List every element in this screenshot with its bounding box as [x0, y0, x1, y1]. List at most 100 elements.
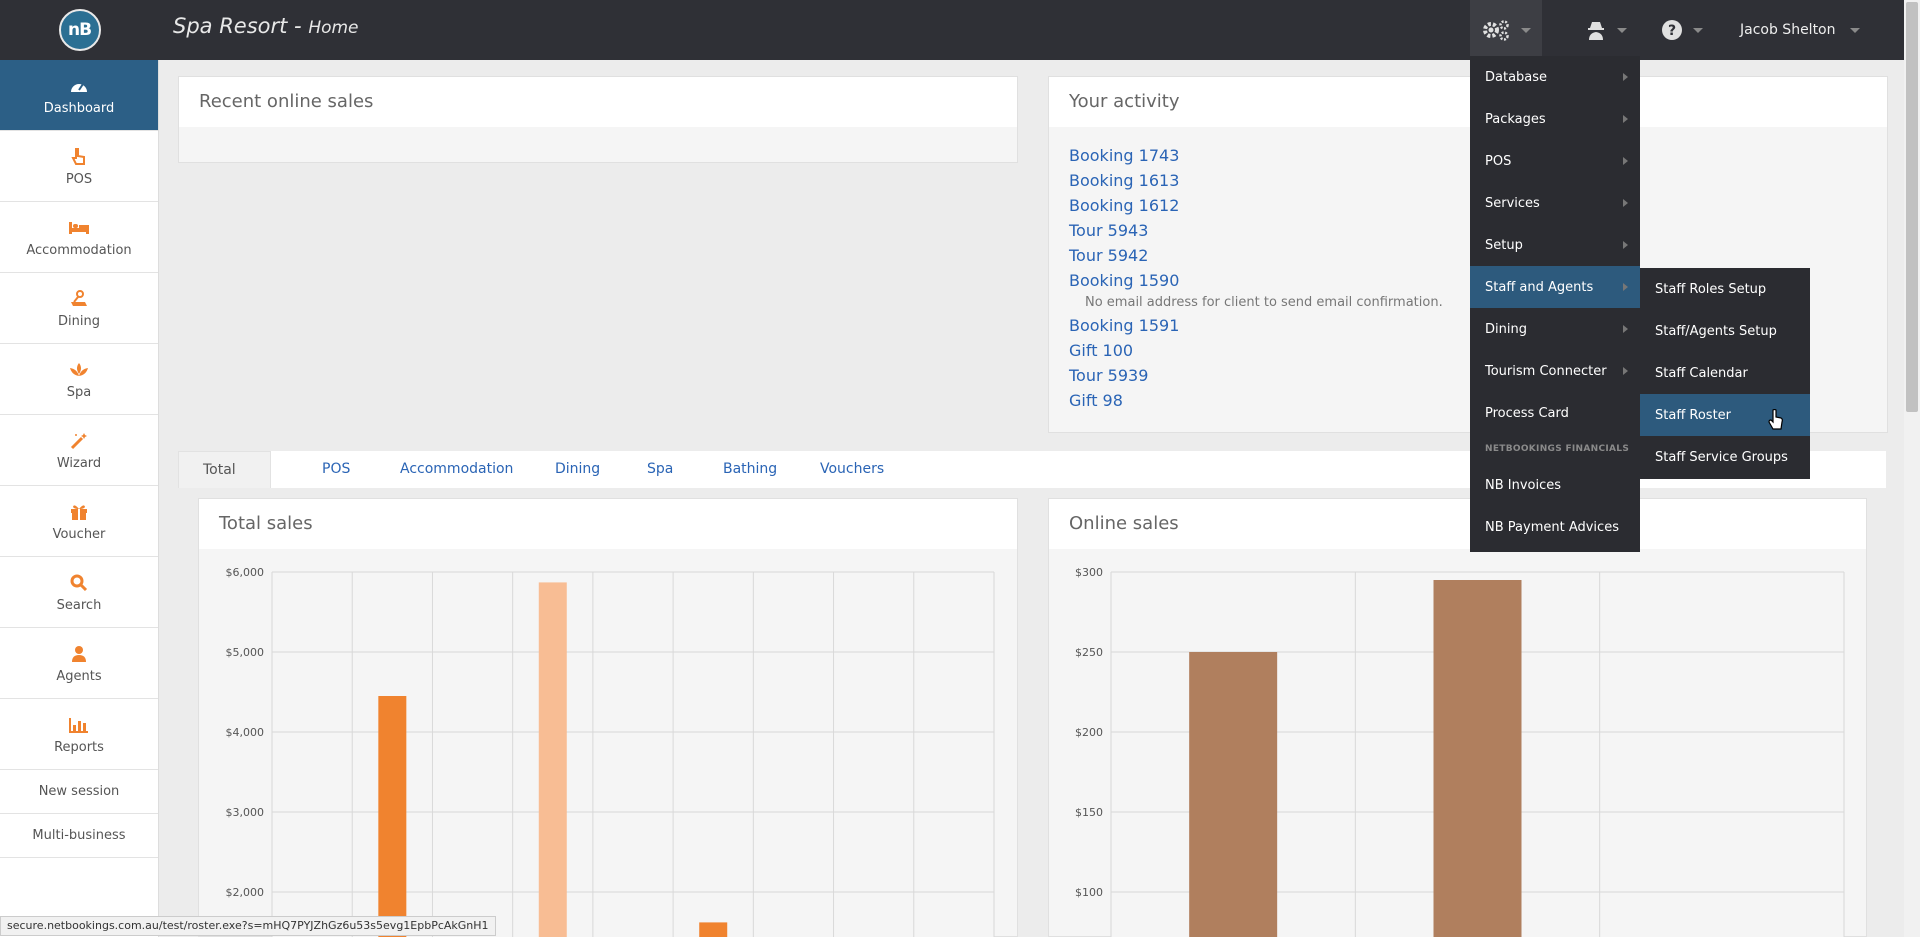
sidebar-item-dining[interactable]: Dining [0, 273, 158, 344]
menu-item-label: NB Payment Advices [1485, 519, 1619, 535]
browser-status-url: secure.netbookings.com.au/test/roster.ex… [0, 916, 496, 936]
submenu-item-staff-service-groups[interactable]: Staff Service Groups [1640, 436, 1810, 478]
bar[interactable] [538, 582, 567, 937]
menu-item-pos[interactable]: POS [1470, 140, 1640, 182]
bar-chart-icon [69, 714, 89, 736]
tab-total-sales[interactable]: Total sales [178, 451, 271, 515]
y-tick-label: $150 [1075, 806, 1103, 819]
menu-item-database[interactable]: Database [1470, 56, 1640, 98]
user-menu-button[interactable]: Jacob Shelton [1740, 0, 1870, 60]
menu-item-label: Packages [1485, 111, 1546, 127]
business-name: Spa Resort - [173, 14, 309, 38]
agent-menu-button[interactable] [1578, 0, 1634, 60]
activity-link[interactable]: Booking 1613 [1069, 168, 1867, 193]
menu-item-dining[interactable]: Dining [1470, 308, 1640, 350]
multi-business-link[interactable]: Multi-business [0, 814, 158, 858]
menu-item-staff-and-agents[interactable]: Staff and Agents [1470, 266, 1640, 308]
sidebar-item-label: Spa [66, 384, 92, 400]
dashboard-icon [69, 75, 89, 97]
lotus-icon [69, 359, 89, 381]
hand-cursor-icon [1768, 409, 1783, 430]
bar[interactable] [1189, 652, 1278, 937]
sidebar-item-dashboard[interactable]: Dashboard [0, 60, 158, 131]
y-tick-label: $4,000 [226, 726, 265, 739]
bar[interactable] [378, 696, 407, 937]
activity-link[interactable]: Tour 5942 [1069, 243, 1867, 268]
menu-item-tourism-connecter[interactable]: Tourism Connecter [1470, 350, 1640, 392]
new-session-link[interactable]: New session [0, 770, 158, 814]
sidebar-item-wizard[interactable]: Wizard [0, 415, 158, 486]
top-header: nB Spa Resort - Home ? Jacob Shelton [0, 0, 1904, 60]
menu-item-nb-invoices[interactable]: NB Invoices [1470, 464, 1640, 506]
menu-item-services[interactable]: Services [1470, 182, 1640, 224]
sidebar-item-label: Agents [56, 668, 102, 684]
sidebar-item-accommodation[interactable]: Accommodation [0, 202, 158, 273]
y-tick-label: $2,000 [226, 886, 265, 899]
chevron-down-icon [1849, 27, 1860, 33]
submenu-item-staff-roles-setup[interactable]: Staff Roles Setup [1640, 268, 1810, 310]
sidebar-item-label: Dining [58, 313, 100, 329]
scrollbar-thumb[interactable] [1906, 2, 1918, 412]
logo-container[interactable]: nB [0, 0, 159, 60]
sidebar-item-label: Dashboard [43, 100, 115, 116]
tab-dining[interactable]: Dining [555, 451, 600, 488]
recent-sales-body [179, 127, 1017, 162]
chart-title: Total sales [199, 499, 1017, 549]
menu-item-label: Dining [1485, 321, 1527, 337]
sidebar-item-pos[interactable]: POS [0, 131, 158, 202]
panel-title: Your activity [1049, 77, 1887, 127]
activity-link[interactable]: Tour 5943 [1069, 218, 1867, 243]
caret-right-icon [1623, 283, 1628, 291]
staff-submenu: Staff Roles Setup Staff/Agents Setup Sta… [1640, 268, 1810, 479]
chevron-down-icon [1521, 27, 1531, 33]
bar[interactable] [1433, 580, 1522, 937]
tab-pos[interactable]: POS [322, 451, 350, 488]
menu-item-label: Process Card [1485, 405, 1569, 421]
activity-link[interactable]: Booking 1743 [1069, 143, 1867, 168]
help-menu-button[interactable]: ? [1652, 0, 1712, 60]
y-tick-label: $100 [1075, 886, 1103, 899]
gift-icon [70, 501, 88, 523]
menu-item-nb-payment-advices[interactable]: NB Payment Advices [1470, 506, 1640, 548]
chevron-down-icon [1617, 27, 1627, 33]
netbookings-logo: nB [58, 9, 101, 51]
sidebar-item-label: Wizard [56, 455, 102, 471]
sidebar-item-search[interactable]: Search [0, 557, 158, 628]
menu-item-packages[interactable]: Packages [1470, 98, 1640, 140]
menu-item-process-card[interactable]: Process Card [1470, 392, 1640, 434]
sidebar-item-label: Reports [54, 739, 104, 755]
menu-item-label: Setup [1485, 237, 1523, 253]
submenu-item-staff-roster[interactable]: Staff Roster [1640, 394, 1810, 436]
app-title: Spa Resort - Home [173, 14, 359, 38]
sidebar-item-voucher[interactable]: Voucher [0, 486, 158, 557]
search-icon [70, 572, 88, 594]
sidebar-item-label: Search [56, 597, 102, 613]
menu-section-header: NETBOOKINGS FINANCIALS [1485, 444, 1630, 454]
submenu-item-staff-agents-setup[interactable]: Staff/Agents Setup [1640, 310, 1810, 352]
menu-item-label: Staff and Agents [1485, 279, 1594, 295]
settings-menu-button[interactable] [1470, 0, 1542, 60]
menu-item-setup[interactable]: Setup [1470, 224, 1640, 266]
activity-link[interactable]: Booking 1612 [1069, 193, 1867, 218]
sidebar-item-spa[interactable]: Spa [0, 344, 158, 415]
menu-item-label: Database [1485, 69, 1548, 85]
sidebar-item-agents[interactable]: Agents [0, 628, 158, 699]
chart-title: Online sales [1049, 499, 1866, 549]
sidebar: Dashboard POS Accommodation Dining Spa W… [0, 60, 159, 937]
sidebar-item-label: Accommodation [26, 242, 132, 258]
bar[interactable] [699, 922, 728, 937]
dining-icon [69, 288, 89, 310]
submenu-item-staff-calendar[interactable]: Staff Calendar [1640, 352, 1810, 394]
caret-right-icon [1623, 73, 1628, 81]
settings-dropdown-menu: Database Packages POS Services Setup Sta… [1470, 56, 1640, 552]
y-tick-label: $200 [1075, 726, 1103, 739]
sidebar-item-label: POS [65, 171, 93, 187]
tab-bathing[interactable]: Bathing [723, 451, 777, 488]
gears-icon [1483, 20, 1509, 41]
tab-spa[interactable]: Spa [647, 451, 673, 488]
sidebar-item-reports[interactable]: Reports [0, 699, 158, 770]
tab-accommodation[interactable]: Accommodation [400, 451, 513, 488]
spy-icon [1588, 22, 1604, 40]
page-name: Home [308, 18, 359, 38]
tab-vouchers[interactable]: Vouchers [820, 451, 884, 488]
